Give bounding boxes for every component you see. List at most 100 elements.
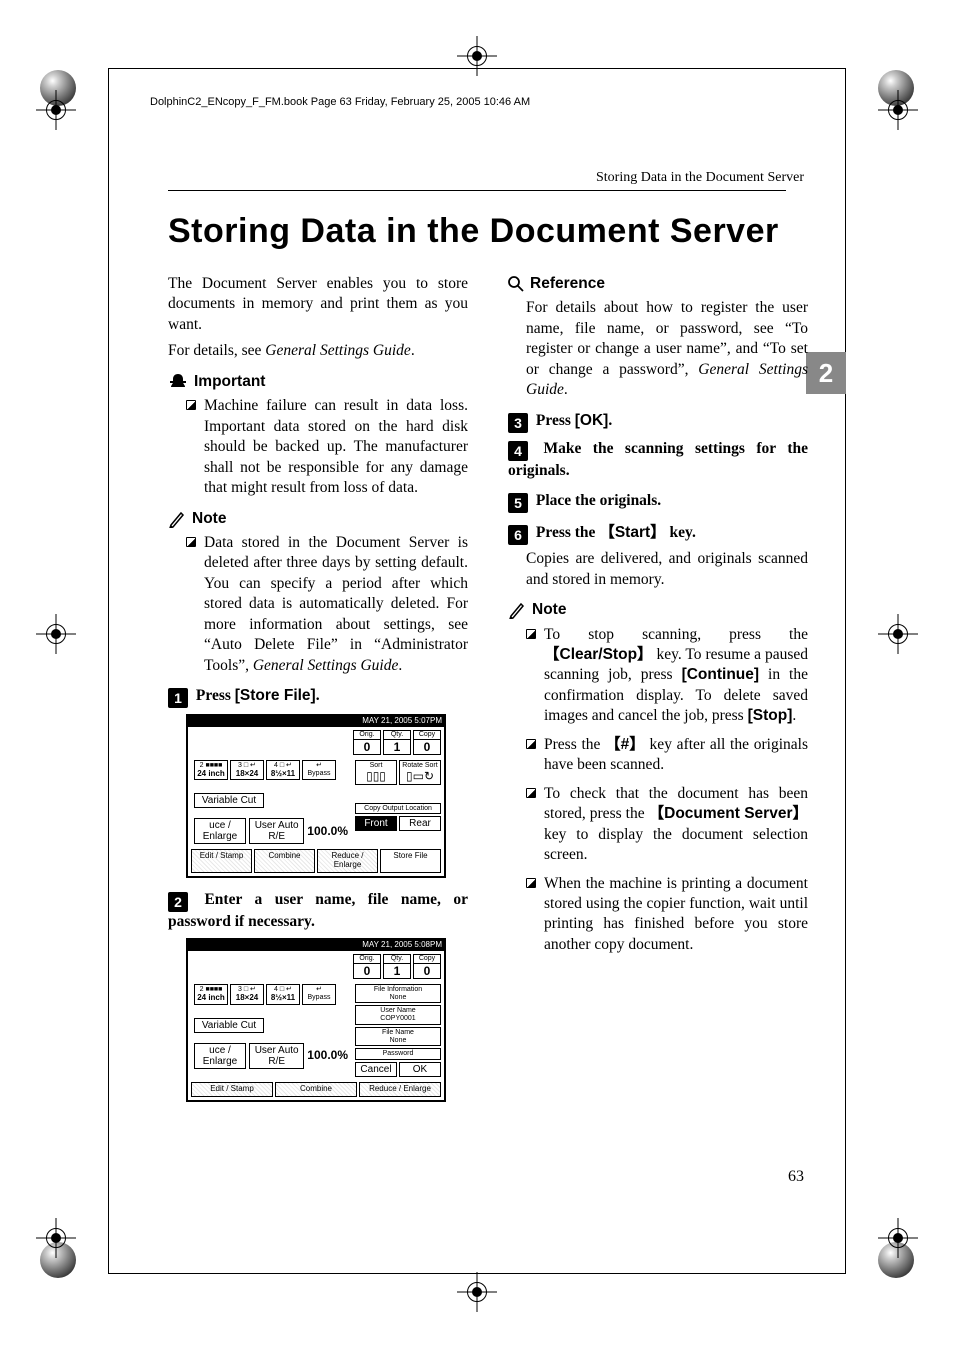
step-number-4: 4 [508,441,528,461]
soft-key: [OK] [575,412,609,429]
note-heading: Note [168,509,468,529]
bullet-icon [186,537,196,547]
qty-value: 1 [384,740,410,754]
variable-cut-button[interactable]: Variable Cut [194,1018,264,1033]
note-text: Press the # key after all the originals … [544,735,808,776]
step-number-6: 6 [508,525,528,545]
orig-value: 0 [354,740,380,754]
text: Press the [536,524,599,541]
ref-title: General Settings Guide [253,657,399,674]
step-1: 1 Press [Store File]. [168,686,468,708]
bullet-icon [526,739,536,749]
note-heading-right: Note [508,600,808,620]
copy-label: Copy [414,731,440,740]
status-time: MAY 21, 2005 5:08PM [362,941,442,950]
output-location-label: Copy Output Location [355,803,441,815]
text: Press [196,687,235,704]
soft-key: [Store File] [235,687,316,704]
qty-label: Qty. [384,955,410,964]
page-title: Storing Data in the Document Server [168,212,779,251]
user-auto-re-button[interactable]: User Auto R/E [249,1043,304,1069]
reference-label: Reference [530,274,605,294]
variable-cut-button[interactable]: Variable Cut [194,793,264,808]
store-file-button[interactable]: Store File [380,849,441,873]
user-auto-re-button[interactable]: User Auto R/E [249,818,304,844]
running-head: Storing Data in the Document Server [596,170,804,186]
front-button[interactable]: Front [355,816,397,831]
text: . [398,657,402,674]
note-text: When the machine is printing a document … [544,874,808,956]
user-name-value: COPY0001 [357,1015,439,1023]
text: 8½×11 [268,994,298,1003]
step-number-5: 5 [508,493,528,513]
edit-stamp-button[interactable]: Edit / Stamp [191,849,252,873]
reduce-enlarge-tab[interactable]: Reduce / Enlarge [359,1082,441,1097]
note-icon [508,601,526,619]
qty-label: Qty. [384,731,410,740]
ok-button[interactable]: OK [399,1062,441,1077]
text: . [792,707,796,724]
page-number: 63 [788,1168,804,1186]
step-6-body: Copies are delivered, and originals scan… [508,549,808,590]
file-info-label: File Information [357,986,439,994]
text: ↵ [304,986,334,994]
registration-mark [884,1224,912,1252]
file-name-label: File Name [357,1029,439,1037]
note-label: Note [532,600,566,620]
edit-stamp-button[interactable]: Edit / Stamp [191,1082,273,1097]
ref-title: General Settings Guide [265,342,411,359]
registration-mark [884,620,912,648]
text: 8½×11 [268,770,298,779]
registration-mark [42,1224,70,1252]
note-item: Press the # key after all the originals … [526,735,808,776]
ratio-value: 100.0% [307,825,348,838]
note-text: To check that the document has been stor… [544,784,808,866]
text: Press [536,412,575,429]
text: Bypass [304,770,334,778]
orig-value: 0 [354,964,380,978]
book-header-line: DolphinC2_ENcopy_F_FM.book Page 63 Frida… [150,96,530,108]
reference-body: For details about how to register the us… [508,298,808,400]
text: key. [666,524,696,541]
reduce-enlarge-tab[interactable]: Reduce / Enlarge [317,849,378,873]
registration-mark [42,96,70,124]
combine-button[interactable]: Combine [254,849,315,873]
soft-key: [Continue] [682,666,759,683]
file-name-value: None [357,1037,439,1045]
note-item: To check that the document has been stor… [526,784,808,866]
step-5: 5 Place the originals. [508,491,808,513]
cancel-button[interactable]: Cancel [355,1062,397,1077]
text: Data stored in the Document Server is de… [204,534,468,674]
text: key to display the document selection sc… [544,826,808,863]
copy-value: 0 [414,964,440,978]
note-label: Note [192,509,226,529]
step-number-3: 3 [508,413,528,433]
step-2: 2 Enter a user name, file name, or passw… [168,890,468,932]
registration-mark [42,620,70,648]
ratio-value: 100.0% [307,1049,348,1062]
step-4-text: Make the scanning settings for the origi… [508,440,808,479]
reduce-enlarge-button[interactable]: uce / Enlarge [194,1043,246,1069]
step-2-text: Enter a user name, file name, or passwor… [168,891,468,930]
file-info-value: None [357,994,439,1002]
combine-button[interactable]: Combine [275,1082,357,1097]
note-item: When the machine is printing a document … [526,874,808,956]
registration-mark [463,1278,491,1306]
text: . [316,687,320,704]
orig-label: Orig. [354,955,380,964]
step-5-text: Place the originals. [536,492,661,509]
text: For details, see [168,342,265,359]
rear-button[interactable]: Rear [399,816,441,831]
right-column: Reference For details about how to regis… [508,274,808,963]
reference-icon [508,276,524,292]
text: 24 inch [196,994,226,1003]
password-label: Password [355,1048,441,1060]
reference-heading: Reference [508,274,808,294]
intro-paragraph: The Document Server enables you to store… [168,274,468,335]
text: Bypass [304,994,334,1002]
reduce-enlarge-button[interactable]: uce / Enlarge [194,818,246,844]
status-time: MAY 21, 2005 5:07PM [362,717,442,726]
registration-mark [884,96,912,124]
text: . [411,342,415,359]
text: 24 inch [196,770,226,779]
